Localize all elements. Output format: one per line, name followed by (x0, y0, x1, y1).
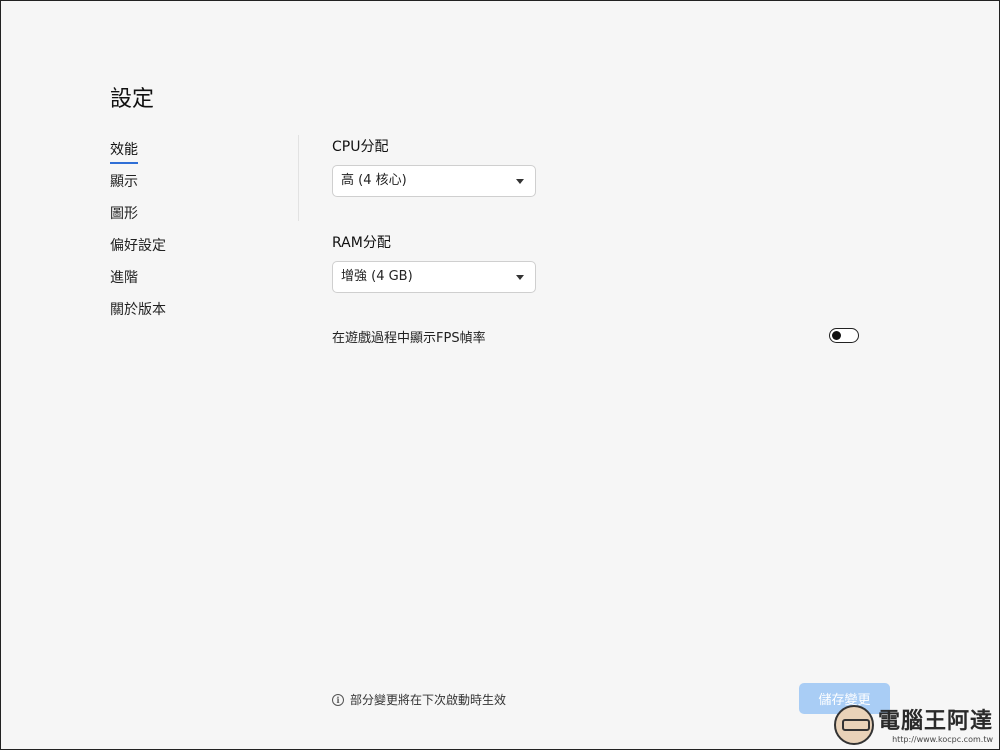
mascot-face-icon (833, 705, 874, 745)
sidebar-item-label: 圖形 (110, 206, 138, 222)
caret-down-icon (516, 275, 524, 280)
sidebar-item-label: 效能 (110, 139, 138, 164)
sidebar-item-graphics[interactable]: 圖形 (110, 203, 290, 235)
settings-sidebar: 效能 顯示 圖形 偏好設定 進階 關於版本 (110, 139, 290, 331)
sidebar-item-label: 關於版本 (110, 302, 166, 318)
sidebar-item-preferences[interactable]: 偏好設定 (110, 235, 290, 267)
sidebar-divider (298, 135, 299, 221)
cpu-allocation-value: 高 (4 核心) (341, 173, 407, 188)
sidebar-item-advanced[interactable]: 進階 (110, 267, 290, 299)
sidebar-item-label: 偏好設定 (110, 238, 166, 254)
settings-window: 設定 效能 顯示 圖形 偏好設定 進階 關於版本 CPU分配 高 (4 核心) … (0, 0, 1000, 750)
cpu-allocation-select[interactable]: 高 (4 核心) (332, 165, 536, 197)
fps-display-label: 在遊戲過程中顯示FPS幀率 (332, 331, 486, 346)
fps-display-toggle[interactable] (829, 328, 859, 343)
sidebar-item-label: 顯示 (110, 174, 138, 190)
watermark-url: http://www.kocpc.com.tw (892, 735, 993, 744)
sidebar-item-label: 進階 (110, 270, 138, 286)
watermark-text: 電腦王阿達 http://www.kocpc.com.tw (878, 709, 993, 745)
restart-notice: i 部分變更將在下次啟動時生效 (332, 691, 506, 708)
sidebar-item-about[interactable]: 關於版本 (110, 299, 290, 331)
ram-allocation-value: 增強 (4 GB) (341, 269, 413, 284)
toggle-knob (832, 330, 841, 340)
info-icon: i (332, 693, 344, 706)
cpu-allocation-label: CPU分配 (332, 139, 389, 155)
caret-down-icon (516, 179, 524, 184)
ram-allocation-label: RAM分配 (332, 235, 391, 251)
ram-allocation-select[interactable]: 增強 (4 GB) (332, 261, 536, 293)
sidebar-item-performance[interactable]: 效能 (110, 139, 290, 171)
watermark: 電腦王阿達 http://www.kocpc.com.tw (833, 705, 993, 745)
sidebar-item-display[interactable]: 顯示 (110, 171, 290, 203)
watermark-title: 電腦王阿達 (877, 709, 993, 734)
restart-notice-text: 部分變更將在下次啟動時生效 (350, 693, 507, 707)
page-title: 設定 (110, 87, 155, 112)
